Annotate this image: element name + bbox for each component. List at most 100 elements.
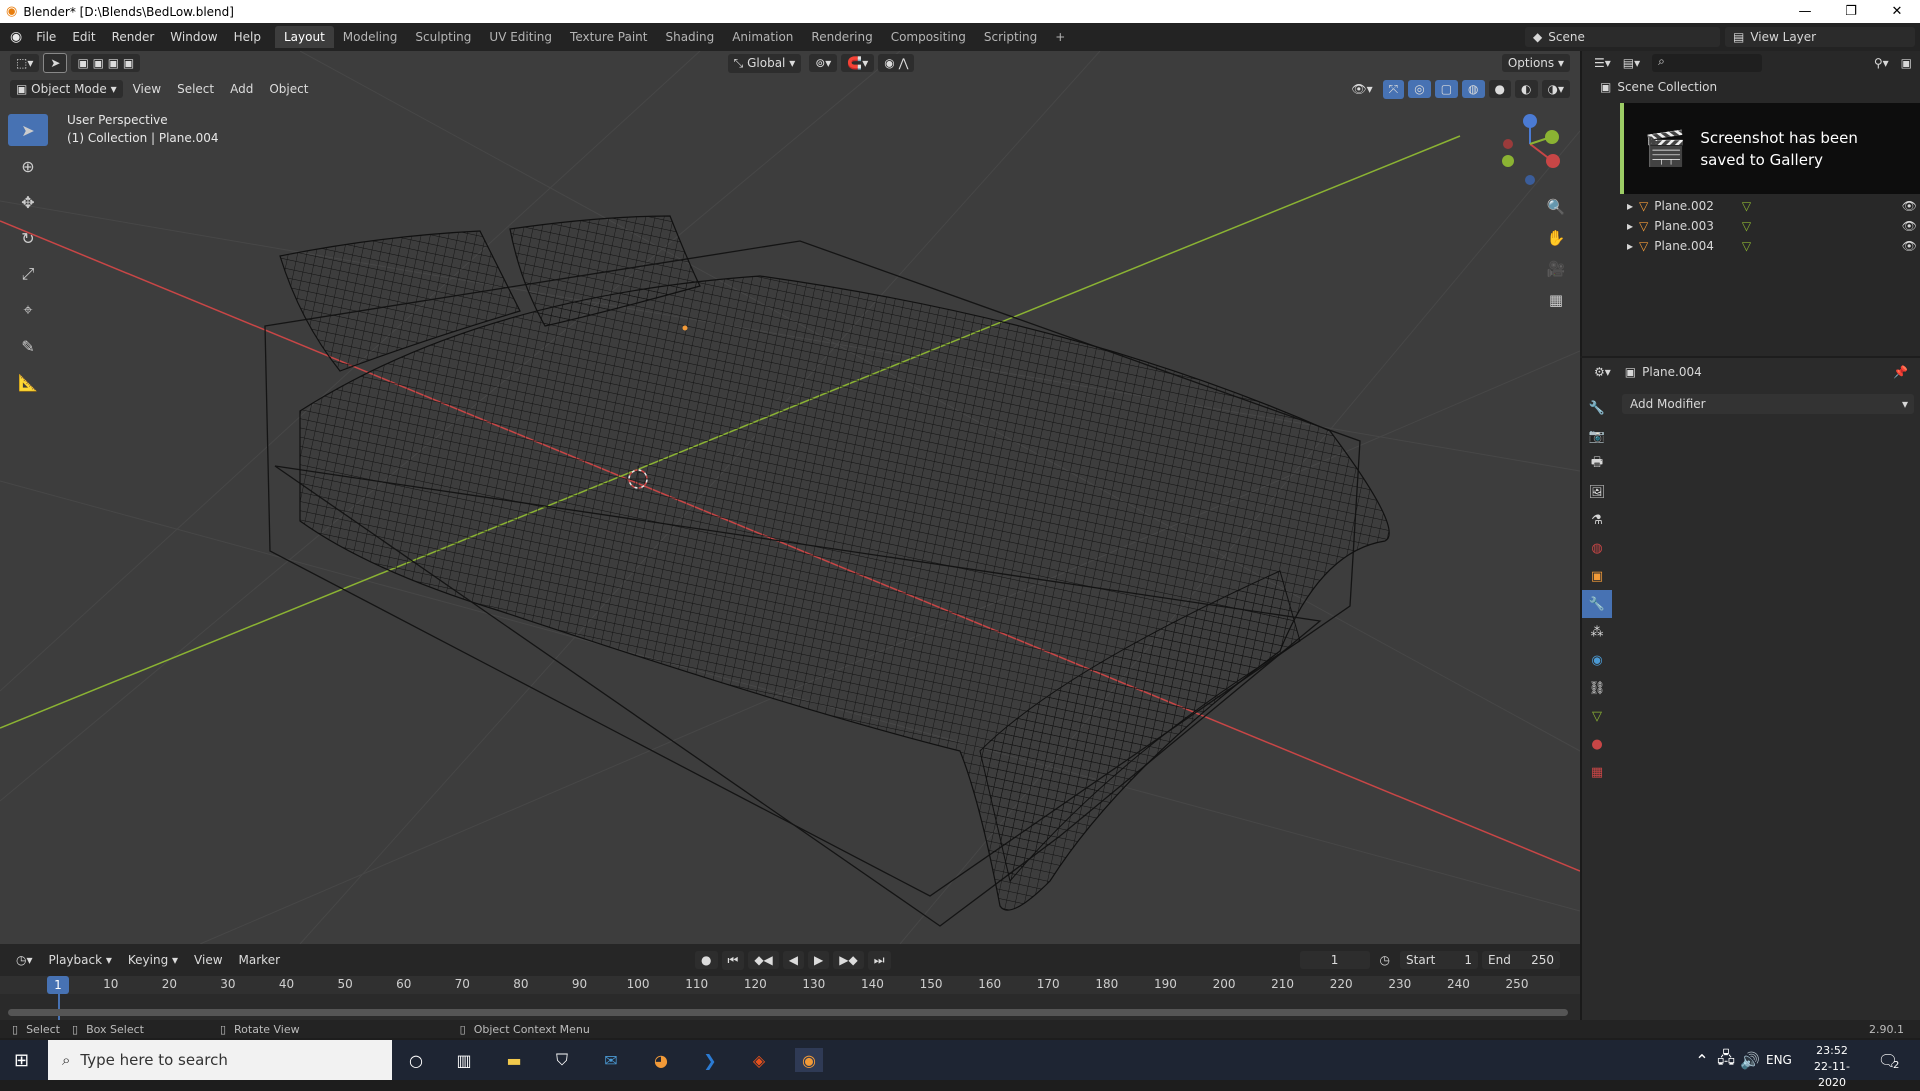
vscode-icon[interactable]: ❯ xyxy=(696,1048,724,1072)
add-workspace-icon[interactable]: + xyxy=(1046,26,1074,48)
view-layer-tab-icon[interactable]: 🖼 xyxy=(1582,478,1612,506)
physics-tab-icon[interactable]: ◉ xyxy=(1582,646,1612,674)
minimize-button[interactable]: — xyxy=(1782,0,1828,23)
outliner-search-input[interactable]: ⌕ xyxy=(1652,54,1763,72)
play-button[interactable]: ▶ xyxy=(808,951,830,969)
tab-compositing[interactable]: Compositing xyxy=(882,26,975,48)
tab-uv-editing[interactable]: UV Editing xyxy=(480,26,561,48)
3d-viewport[interactable]: ⬚▾ ➤ ▣ ▣ ▣ ▣ ⤡ Global ▾ ⊚▾ 🧲▾ ◉ ⋀ Option… xyxy=(0,51,1580,944)
visibility-eye-icon[interactable]: 👁 xyxy=(1902,219,1917,233)
display-mode-icon[interactable]: ▤▾ xyxy=(1623,56,1640,70)
annotate-tool-icon[interactable]: ✎ xyxy=(8,330,48,362)
menu-select[interactable]: Select xyxy=(171,80,220,98)
blender-menu-icon[interactable]: ◉ xyxy=(10,29,22,45)
object-tab-icon[interactable]: ▣ xyxy=(1582,562,1612,590)
shading-wireframe-icon[interactable]: ◍ xyxy=(1462,80,1485,98)
playhead[interactable] xyxy=(58,994,60,1020)
shading-solid-icon[interactable]: ● xyxy=(1488,80,1512,98)
jump-start-button[interactable]: ⏮ xyxy=(721,950,745,970)
store-icon[interactable]: ⛉ xyxy=(548,1048,576,1072)
filter-icon[interactable]: ⚲▾ xyxy=(1874,56,1889,70)
world-tab-icon[interactable]: ◍ xyxy=(1582,534,1612,562)
rotate-tool-icon[interactable]: ↻ xyxy=(8,222,48,254)
start-frame-field[interactable]: Start 1 xyxy=(1400,951,1479,969)
add-modifier-dropdown[interactable]: Add Modifier ▾ xyxy=(1622,394,1914,414)
shading-material-icon[interactable]: ◐ xyxy=(1515,80,1538,98)
menu-render[interactable]: Render xyxy=(104,30,163,44)
timeline-area[interactable]: 10 20 30 40 50 60 70 80 90 100 110 120 130 140 150 160 1… xyxy=(0,976,1580,1020)
object-mode-dropdown[interactable]: ▣ Object Mode ▾ xyxy=(10,80,123,98)
measure-tool-icon[interactable]: 📐 xyxy=(8,366,48,398)
blender-taskbar-icon[interactable]: ◉ xyxy=(795,1048,823,1072)
close-button[interactable]: ✕ xyxy=(1874,0,1920,23)
menu-playback[interactable]: Playback ▾ xyxy=(43,951,118,969)
record-button[interactable]: ● xyxy=(695,951,718,969)
tab-scripting[interactable]: Scripting xyxy=(975,26,1046,48)
outliner-item-plane-003[interactable]: ▸ ▽ Plane.003 ▽ 👁 xyxy=(1627,216,1917,236)
particles-tab-icon[interactable]: ⁂ xyxy=(1582,618,1612,646)
overlay-toggle-icon[interactable]: ◎ xyxy=(1408,80,1431,98)
tab-animation[interactable]: Animation xyxy=(723,26,802,48)
next-keyframe-button[interactable]: ▶◆ xyxy=(833,951,864,969)
current-frame-marker[interactable]: 1 xyxy=(47,976,69,994)
xray-toggle-icon[interactable]: ▢ xyxy=(1434,80,1459,98)
outliner-item-plane-002[interactable]: ▸ ▽ Plane.002 ▽ 👁 xyxy=(1627,196,1917,216)
menu-view[interactable]: View xyxy=(127,80,167,98)
expand-arrow-icon[interactable]: ▸ xyxy=(1627,239,1633,253)
tab-layout[interactable]: Layout xyxy=(274,26,334,48)
timeline-editor-icon[interactable]: ◷▾ xyxy=(10,951,39,969)
volume-icon[interactable]: 🔊 xyxy=(1736,1048,1764,1072)
scene-selector[interactable]: ◆ Scene xyxy=(1525,27,1720,47)
select-tool-icon[interactable]: ➤ xyxy=(43,53,68,73)
outliner-item-plane-004[interactable]: ▸ ▽ Plane.004 ▽ 👁 xyxy=(1627,236,1917,256)
modifier-tab-icon[interactable]: 🔧 xyxy=(1582,590,1612,618)
menu-keying[interactable]: Keying ▾ xyxy=(122,951,184,969)
expand-arrow-icon[interactable]: ▸ xyxy=(1627,199,1633,213)
tab-sculpting[interactable]: Sculpting xyxy=(406,26,480,48)
data-tab-icon[interactable]: ▽ xyxy=(1582,702,1612,730)
view-layer-selector[interactable]: ▤ View Layer xyxy=(1725,27,1915,47)
taskbar-search-box[interactable]: ⌕ Type here to search xyxy=(48,1040,392,1080)
options-dropdown[interactable]: Options ▾ xyxy=(1501,54,1571,72)
properties-editor-icon[interactable]: ⚙▾ xyxy=(1594,365,1611,379)
zoom-icon[interactable]: 🔍 xyxy=(1540,191,1572,222)
navigation-gizmo[interactable] xyxy=(1502,114,1560,185)
windows-start-icon[interactable]: ⊞ xyxy=(14,1050,29,1071)
cortana-icon[interactable]: ○ xyxy=(402,1048,430,1072)
task-view-icon[interactable]: ▥ xyxy=(450,1048,478,1072)
visibility-eye-icon[interactable]: 👁 xyxy=(1902,199,1917,213)
scene-tab-icon[interactable]: ⚗ xyxy=(1582,506,1612,534)
camera-icon[interactable]: 🎥 xyxy=(1540,253,1572,284)
file-explorer-icon[interactable]: ▬ xyxy=(500,1048,528,1072)
transform-orientation-dropdown[interactable]: ⤡ Global ▾ xyxy=(727,53,802,73)
menu-edit[interactable]: Edit xyxy=(64,30,103,44)
clock-icon[interactable]: ◷ xyxy=(1374,951,1396,969)
new-collection-icon[interactable]: ▣ xyxy=(1901,56,1912,70)
snap-icon[interactable]: 🧲▾ xyxy=(841,54,875,72)
language-indicator[interactable]: ENG xyxy=(1766,1053,1792,1067)
pivot-point-icon[interactable]: ⊚▾ xyxy=(809,54,838,72)
menu-window[interactable]: Window xyxy=(162,30,225,44)
shading-rendered-icon[interactable]: ◑▾ xyxy=(1541,80,1570,98)
output-tab-icon[interactable]: 🖶 xyxy=(1582,450,1612,478)
frame-ruler[interactable]: 10 20 30 40 50 60 70 80 90 100 110 120 130 140 150 160 1… xyxy=(0,976,1580,994)
scene-collection-row[interactable]: ▣ Scene Collection xyxy=(1600,77,1920,97)
brave-icon[interactable]: ◈ xyxy=(745,1048,773,1072)
tool-tab-icon[interactable]: 🔧 xyxy=(1582,394,1612,422)
restore-button[interactable]: ❐ xyxy=(1828,0,1874,23)
editor-type-icon[interactable]: ⬚▾ xyxy=(10,54,40,72)
pin-icon[interactable]: 📌 xyxy=(1893,365,1908,379)
material-tab-icon[interactable]: ● xyxy=(1582,730,1612,758)
transform-tool-icon[interactable]: ⌖ xyxy=(8,294,48,326)
pan-hand-icon[interactable]: ✋ xyxy=(1540,222,1572,253)
proportional-edit-icon[interactable]: ◉ ⋀ xyxy=(878,54,915,72)
visibility-eye-icon[interactable]: 👁 xyxy=(1902,239,1917,253)
perspective-grid-icon[interactable]: ▦ xyxy=(1540,284,1572,315)
current-frame-field[interactable]: 1 xyxy=(1299,951,1370,969)
gizmo-toggle-icon[interactable]: ⤧ xyxy=(1382,79,1405,99)
render-tab-icon[interactable]: 📷 xyxy=(1582,422,1612,450)
outliner-editor-icon[interactable]: ☰▾ xyxy=(1594,56,1611,70)
timeline-scrollbar[interactable] xyxy=(8,1009,1568,1016)
select-box-tool-icon[interactable]: ➤ xyxy=(8,114,48,146)
tab-shading[interactable]: Shading xyxy=(656,26,723,48)
